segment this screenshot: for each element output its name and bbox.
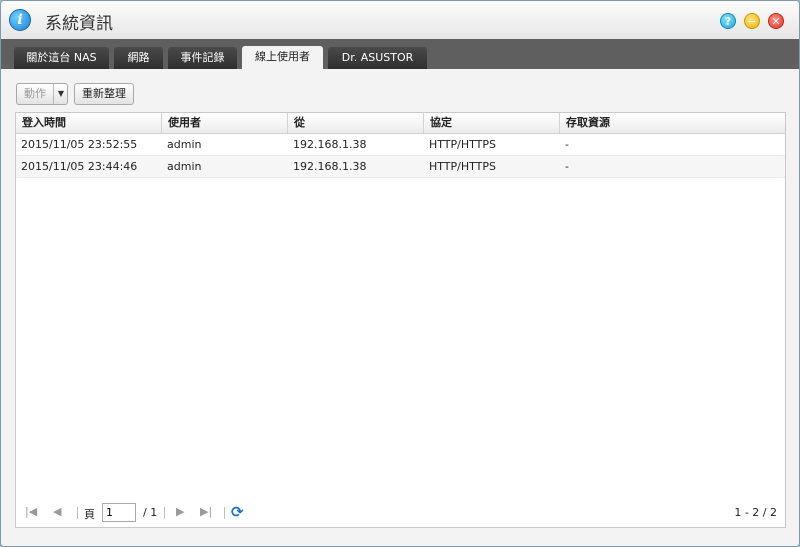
record-count: 1 - 2 / 2 — [734, 506, 777, 519]
caret-down-icon[interactable]: ▼ — [55, 84, 67, 104]
pager-divider — [164, 507, 165, 519]
total-pages: / 1 — [143, 506, 158, 519]
page-number-input[interactable] — [102, 503, 136, 522]
previous-page-icon[interactable]: ◀ — [53, 505, 61, 518]
tab-network[interactable]: 網路 — [114, 47, 163, 69]
refresh-icon[interactable]: ⟳ — [231, 503, 244, 521]
cell-user: admin — [167, 160, 202, 173]
column-header-login-time[interactable]: 登入時間 — [16, 113, 162, 133]
online-users-grid: 登入時間 使用者 從 協定 存取資源 2015/11/05 23:52:55 a… — [15, 112, 786, 528]
pagination-bar: |◀ ◀ 頁 / 1 ▶ ▶| ⟳ 1 - 2 / 2 — [16, 499, 785, 527]
pager-divider — [224, 507, 225, 519]
title-bar[interactable]: i 系統資訊 ? − ✕ — [1, 1, 799, 39]
split-divider — [53, 84, 54, 104]
action-label: 動作 — [24, 87, 46, 100]
tab-online-users[interactable]: 線上使用者 — [242, 46, 323, 69]
column-header-from[interactable]: 從 — [288, 113, 424, 133]
cell-user: admin — [167, 138, 202, 151]
help-icon[interactable]: ? — [720, 13, 736, 29]
tab-content: 動作 ▼ 重新整理 登入時間 使用者 從 協定 存取資源 2015/11/05 … — [1, 69, 799, 546]
grid-header: 登入時間 使用者 從 協定 存取資源 — [16, 113, 785, 134]
cell-from: 192.168.1.38 — [293, 138, 367, 151]
minimize-icon[interactable]: − — [744, 13, 760, 29]
tab-event-log[interactable]: 事件記錄 — [168, 47, 237, 69]
page-label: 頁 — [84, 508, 95, 521]
table-row[interactable]: 2015/11/05 23:52:55 admin 192.168.1.38 H… — [16, 134, 785, 156]
column-header-access-resource[interactable]: 存取資源 — [560, 113, 785, 133]
window-title: 系統資訊 — [45, 14, 113, 34]
tab-dr-asustor[interactable]: Dr. ASUSTOR — [328, 47, 427, 69]
refresh-button[interactable]: 重新整理 — [74, 83, 134, 105]
cell-login-time: 2015/11/05 23:52:55 — [21, 138, 138, 151]
cell-protocol: HTTP/HTTPS — [429, 138, 496, 151]
column-header-protocol[interactable]: 協定 — [424, 113, 560, 133]
cell-access-resource: - — [565, 160, 569, 173]
close-icon[interactable]: ✕ — [768, 13, 784, 29]
cell-protocol: HTTP/HTTPS — [429, 160, 496, 173]
tab-about-nas[interactable]: 關於這台 NAS — [14, 47, 109, 69]
table-row[interactable]: 2015/11/05 23:44:46 admin 192.168.1.38 H… — [16, 156, 785, 178]
pager-divider — [77, 507, 78, 519]
first-page-icon[interactable]: |◀ — [25, 505, 37, 518]
column-header-user[interactable]: 使用者 — [162, 113, 288, 133]
system-info-window: i 系統資訊 ? − ✕ 關於這台 NAS 網路 事件記錄 線上使用者 Dr. … — [0, 0, 800, 547]
action-dropdown-button[interactable]: 動作 ▼ — [16, 83, 68, 105]
cell-login-time: 2015/11/05 23:44:46 — [21, 160, 138, 173]
cell-access-resource: - — [565, 138, 569, 151]
next-page-icon[interactable]: ▶ — [176, 505, 184, 518]
cell-from: 192.168.1.38 — [293, 160, 367, 173]
tab-bar: 關於這台 NAS 網路 事件記錄 線上使用者 Dr. ASUSTOR — [1, 39, 799, 69]
last-page-icon[interactable]: ▶| — [200, 505, 212, 518]
info-icon: i — [9, 9, 31, 31]
